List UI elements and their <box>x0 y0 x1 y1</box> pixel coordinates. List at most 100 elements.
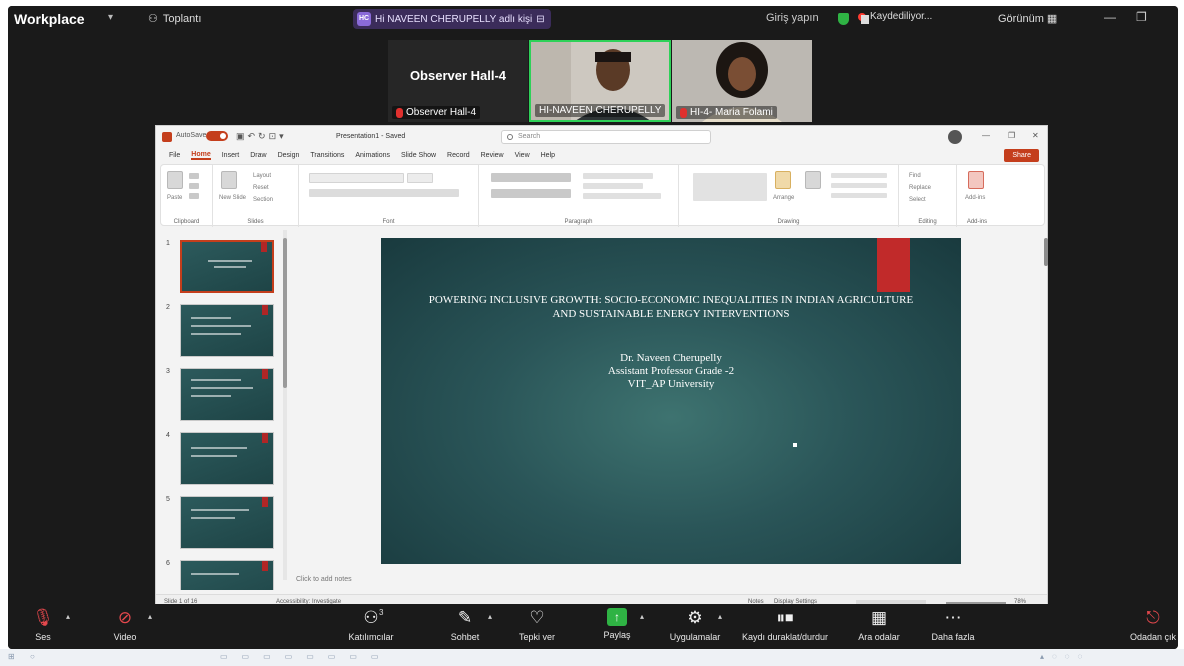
tab-insert[interactable]: Insert <box>222 152 240 159</box>
recording-indicator[interactable]: Kaydediliyor... <box>858 11 932 24</box>
section-button[interactable]: Section <box>253 197 273 203</box>
tab-help[interactable]: Help <box>541 152 555 159</box>
view-menu[interactable]: Görünüm ▦ <box>998 12 1057 25</box>
minimize-icon[interactable]: — <box>982 131 990 140</box>
add-ins-icon[interactable] <box>968 171 984 189</box>
quick-styles-icon[interactable] <box>805 171 821 189</box>
tab-slide-show[interactable]: Slide Show <box>401 152 436 159</box>
slide-title[interactable]: POWERING INCLUSIVE GROWTH: SOCIO-ECONOMI… <box>421 293 921 321</box>
audio-button[interactable]: 🎙 ▴ Ses <box>8 608 88 642</box>
recording-controls-button[interactable]: ⏸⏹ Kaydı duraklat/durdur <box>740 608 830 642</box>
cut-icon[interactable] <box>189 173 199 179</box>
participant-tile-active-speaker[interactable]: HI-NAVEEN CHERUPELLY <box>529 40 671 122</box>
alignment-buttons[interactable] <box>491 189 571 198</box>
slide-canvas[interactable]: POWERING INCLUSIVE GROWTH: SOCIO-ECONOMI… <box>381 238 961 564</box>
format-painter-icon[interactable] <box>189 193 199 199</box>
thumbnail-accent <box>262 305 268 315</box>
new-slide-icon[interactable] <box>221 171 237 189</box>
copy-icon[interactable] <box>189 183 199 189</box>
chevron-up-icon[interactable]: ▴ <box>640 612 644 621</box>
font-format-buttons[interactable] <box>309 189 459 197</box>
align-text-button[interactable] <box>583 183 643 189</box>
participant-name: HI-4- Maria Folami <box>690 107 773 118</box>
slide-scrollbar[interactable] <box>1043 230 1049 582</box>
shapes-gallery[interactable] <box>693 173 767 201</box>
tab-design[interactable]: Design <box>278 152 300 159</box>
arrange-icon[interactable] <box>775 171 791 189</box>
slide-thumbnail[interactable] <box>180 432 274 485</box>
tab-file[interactable]: File <box>169 152 180 159</box>
list-buttons[interactable] <box>491 173 571 182</box>
tab-animations[interactable]: Animations <box>355 152 390 159</box>
apps-button[interactable]: ⚙ ▴ Uygulamalar <box>650 608 740 642</box>
share-button[interactable]: Share <box>1004 149 1039 162</box>
layout-button[interactable]: Layout <box>253 173 271 179</box>
slide-thumbnail[interactable] <box>180 368 274 421</box>
ribbon-group-paragraph: Paragraph <box>479 165 679 227</box>
chevron-up-icon[interactable]: ▴ <box>148 612 152 621</box>
react-button[interactable]: ♡ Tepki ver <box>492 608 582 642</box>
chevron-down-icon[interactable]: ▾ <box>108 12 113 23</box>
select-button[interactable]: Select <box>909 197 926 203</box>
chat-icon: ✎ <box>457 608 473 627</box>
autosave-toggle[interactable] <box>206 131 228 141</box>
text-direction-button[interactable] <box>583 173 653 179</box>
participants-button[interactable]: ⚇ 3 Katılımcılar <box>326 608 416 642</box>
chevron-up-icon[interactable]: ▴ <box>66 612 70 621</box>
file-name[interactable]: Presentation1 - Saved <box>336 133 405 140</box>
tab-draw[interactable]: Draw <box>250 152 266 159</box>
thumbnails-scrollbar[interactable] <box>283 230 287 580</box>
participant-tile[interactable]: HI-4- Maria Folami <box>672 40 812 122</box>
font-size-dropdown[interactable] <box>407 173 433 183</box>
group-label: Editing <box>918 219 937 225</box>
paste-icon[interactable] <box>167 171 183 189</box>
slide-subtitle[interactable]: Dr. Naveen Cherupelly Assistant Professo… <box>421 352 921 391</box>
search-icon[interactable]: ○ <box>30 652 35 661</box>
tab-review[interactable]: Review <box>481 152 504 159</box>
shape-outline-button[interactable] <box>831 183 887 188</box>
participant-tile[interactable]: Observer Hall-4 Observer Hall-4 <box>388 40 528 122</box>
scrollbar-thumb[interactable] <box>283 238 287 388</box>
account-avatar[interactable] <box>948 130 962 144</box>
smartart-button[interactable] <box>583 193 661 199</box>
more-button[interactable]: ⋯ Daha fazla <box>908 608 998 642</box>
restore-icon[interactable]: ❐ <box>1136 10 1147 24</box>
restore-icon[interactable]: ❐ <box>1008 131 1015 140</box>
notes-placeholder[interactable]: Click to add notes <box>296 576 352 583</box>
find-button[interactable]: Find <box>909 173 921 179</box>
sign-in-link[interactable]: Giriş yapın <box>766 12 819 24</box>
search-box[interactable]: Search <box>501 130 711 144</box>
system-tray-icons[interactable]: ▴◌◌◌ <box>1040 652 1090 661</box>
start-icon[interactable]: ⊞ <box>8 652 15 661</box>
slide-thumbnail[interactable] <box>180 240 274 293</box>
shape-effects-button[interactable] <box>831 193 887 198</box>
slide-thumbnail[interactable] <box>180 560 274 590</box>
screen-share-indicator[interactable]: HC Hi NAVEEN CHERUPELLY adlı kişi ⊟ <box>353 9 551 29</box>
security-shield-icon[interactable] <box>838 13 849 25</box>
chevron-up-icon[interactable]: ▴ <box>718 612 722 621</box>
quick-access-toolbar[interactable]: ▣↶↻⊡▾ <box>236 131 287 142</box>
tab-transitions[interactable]: Transitions <box>310 152 344 159</box>
tab-home[interactable]: Home <box>191 151 211 160</box>
reset-button[interactable]: Reset <box>253 185 269 191</box>
font-name-dropdown[interactable] <box>309 173 404 183</box>
mouse-pointer <box>793 443 797 447</box>
meeting-menu[interactable]: ⚇ Toplantı <box>148 12 201 26</box>
search-placeholder: Search <box>518 133 541 140</box>
taskbar-app-icons[interactable]: ▭▭▭▭▭▭▭▭ <box>220 652 392 661</box>
author-name: Dr. Naveen Cherupelly <box>620 352 722 364</box>
tab-view[interactable]: View <box>515 152 530 159</box>
apps-icon: ⚙ <box>687 608 703 627</box>
video-button[interactable]: ⊘ ▴ Video <box>80 608 170 642</box>
minimize-icon[interactable]: — <box>1104 10 1116 24</box>
replace-button[interactable]: Replace <box>909 185 931 191</box>
tab-record[interactable]: Record <box>447 152 470 159</box>
scrollbar-thumb[interactable] <box>1044 238 1048 266</box>
slide-thumbnail[interactable] <box>180 496 274 549</box>
share-screen-button[interactable]: ↑ ▴ Paylaş <box>572 608 662 640</box>
shape-fill-button[interactable] <box>831 173 887 178</box>
stop-recording-icon[interactable] <box>861 15 869 24</box>
slide-thumbnail[interactable] <box>180 304 274 357</box>
close-icon[interactable]: ✕ <box>1032 131 1039 140</box>
leave-button[interactable]: ⎋ Odadan çık <box>1108 608 1178 642</box>
